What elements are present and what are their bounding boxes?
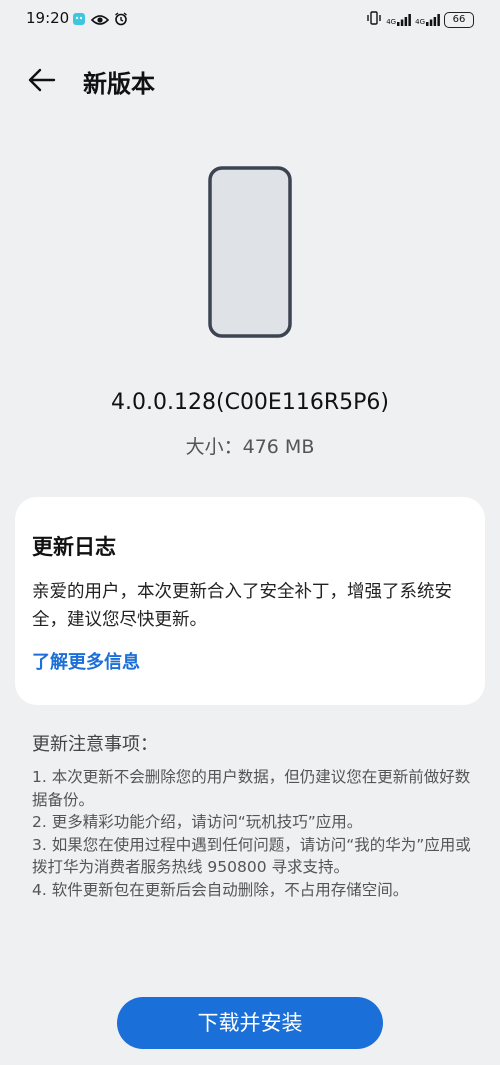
notes-title: 更新注意事项： [32, 734, 158, 755]
package-size: 大小：476 MB [185, 436, 315, 458]
phone-illustration-icon [208, 166, 292, 338]
vibrate-icon [366, 10, 382, 29]
changelog-card: 更新日志 亲爱的用户，本次更新合入了安全补丁，增强了系统安全，建议您尽快更新。 … [15, 497, 485, 705]
note-item: 2. 更多精彩功能介绍，请访问“玩机技巧”应用。 [32, 813, 363, 831]
changelog-title: 更新日志 [32, 535, 116, 559]
status-time: 19:20 [26, 9, 70, 27]
status-left-icons [72, 11, 128, 30]
battery-indicator: 66 [444, 11, 474, 28]
changelog-body: 亲爱的用户，本次更新合入了安全补丁，增强了系统安全，建议您尽快更新。 [32, 582, 452, 630]
page-title: 新版本 [83, 70, 155, 98]
arrow-left-icon [26, 68, 58, 100]
signal-icon-2: 4G [415, 13, 440, 26]
header: 新版本 [0, 52, 500, 108]
download-install-button[interactable]: 下载并安装 [117, 997, 383, 1049]
learn-more-link[interactable]: 了解更多信息 [32, 648, 140, 674]
app-notification-icon [72, 11, 86, 30]
note-item: 1. 本次更新不会删除您的用户数据，但仍建议您在更新前做好数据备份。 [32, 768, 471, 809]
back-button[interactable] [26, 64, 66, 96]
version-number: 4.0.0.128(C00E116R5P6) [111, 390, 389, 415]
signal-icon-1: 4G [386, 13, 412, 26]
eye-comfort-icon [90, 11, 110, 30]
note-item: 4. 软件更新包在更新后会自动删除，不占用存储空间。 [32, 880, 409, 899]
status-right-icons: 4G 4G 66 [366, 10, 474, 29]
alarm-icon [114, 11, 128, 30]
status-bar: 19:20 4G 4G 66 [0, 0, 500, 40]
note-item: 3. 如果您在使用过程中遇到任何问题，请访问“我的华为”应用或拨打华为消费者服务… [32, 835, 471, 877]
notes-list: 1. 本次更新不会删除您的用户数据，但仍建议您在更新前做好数据备份。 2. 更多… [32, 766, 472, 901]
